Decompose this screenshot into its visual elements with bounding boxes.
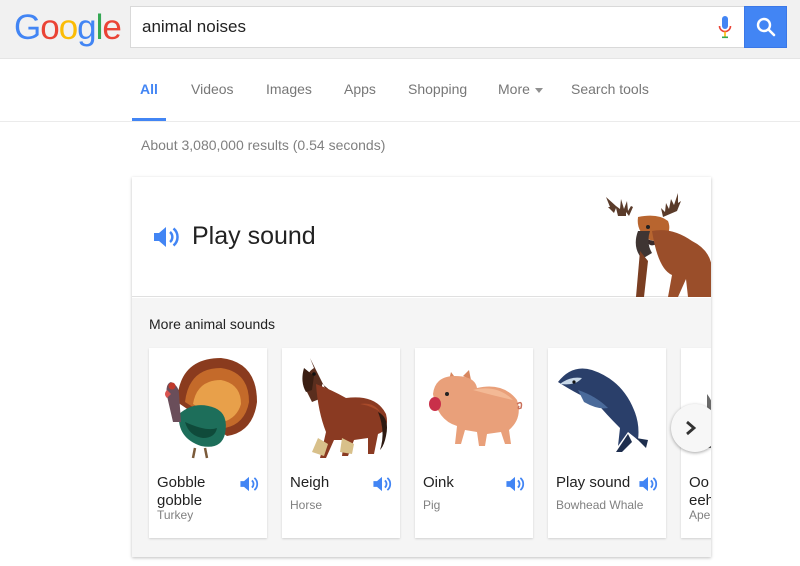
tab-apps-label: Apps: [344, 81, 376, 97]
logo-letter: G: [14, 8, 41, 47]
tab-images-label: Images: [266, 81, 312, 97]
speaker-icon[interactable]: [239, 475, 259, 493]
tab-apps[interactable]: Apps: [344, 59, 376, 121]
search-button[interactable]: [744, 6, 787, 48]
animal-card-horse[interactable]: Neigh Horse: [282, 348, 400, 538]
more-animal-sounds-section: More animal sounds Gobble gobble Turkey: [132, 298, 711, 557]
chevron-right-icon: [686, 420, 697, 436]
animal-species-name: Bowhead Whale: [556, 498, 644, 512]
top-bar: Google: [0, 0, 800, 59]
animal-card-bowhead-whale[interactable]: Play sound Bowhead Whale: [548, 348, 666, 538]
tab-images[interactable]: Images: [266, 59, 312, 121]
tab-all[interactable]: All: [132, 59, 166, 121]
animal-sound-name: Oo eeh: [689, 474, 711, 509]
search-input[interactable]: [131, 7, 701, 47]
animal-card-pig[interactable]: Oink Pig: [415, 348, 533, 538]
speaker-icon[interactable]: [505, 475, 525, 493]
animal-sound-name: Neigh: [290, 474, 330, 491]
tab-more-label: More: [498, 81, 530, 97]
turkey-illustration: [165, 358, 257, 459]
moose-illustration: [606, 193, 711, 297]
logo-letter: g: [77, 8, 96, 47]
animal-sound-name: Gobble gobble: [157, 474, 206, 509]
more-animal-sounds-title: More animal sounds: [149, 316, 276, 332]
magnifier-icon: [756, 17, 775, 37]
logo-letter: e: [102, 8, 121, 47]
logo-letter: o: [40, 8, 59, 47]
logo-letter: l: [95, 8, 104, 47]
carousel-next-button[interactable]: [671, 404, 711, 452]
tab-shopping-label: Shopping: [408, 81, 468, 97]
search-tabs: All Videos Images Apps Shopping More Sea…: [0, 59, 800, 122]
whale-illustration: [558, 368, 648, 452]
animal-card-turkey[interactable]: Gobble gobble Turkey: [149, 348, 267, 538]
tab-videos-label: Videos: [191, 81, 234, 97]
tab-all-label: All: [140, 81, 158, 97]
chevron-down-icon: [534, 87, 543, 93]
speaker-icon: [154, 226, 179, 247]
google-logo[interactable]: Google: [14, 8, 122, 48]
horse-illustration: [302, 358, 387, 458]
animal-species-name: Ape: [689, 508, 711, 522]
animal-sound-name: Oink: [423, 474, 454, 491]
tab-search-tools-label: Search tools: [571, 81, 649, 97]
search-box: [130, 6, 744, 48]
tab-more[interactable]: More: [498, 59, 543, 121]
animal-species-name: Turkey: [157, 508, 194, 522]
tab-videos[interactable]: Videos: [191, 59, 234, 121]
animal-species-name: Horse: [290, 498, 323, 512]
animal-species-name: Pig: [423, 498, 441, 512]
animal-sounds-card: Play sound More animal sounds Gobble gob…: [132, 177, 711, 557]
microphone-icon[interactable]: [718, 16, 732, 40]
result-stats: About 3,080,000 results (0.54 seconds): [141, 137, 386, 153]
play-sound-button[interactable]: Play sound: [152, 222, 316, 251]
animal-sound-name: Play sound: [556, 474, 631, 491]
pig-illustration: [429, 370, 523, 446]
tab-search-tools[interactable]: Search tools: [571, 59, 649, 121]
card-header: Play sound: [132, 177, 711, 297]
speaker-icon[interactable]: [638, 475, 658, 493]
logo-letter: o: [58, 8, 78, 47]
tab-shopping[interactable]: Shopping: [408, 59, 467, 121]
play-sound-label: Play sound: [192, 222, 316, 250]
speaker-icon[interactable]: [372, 475, 392, 493]
